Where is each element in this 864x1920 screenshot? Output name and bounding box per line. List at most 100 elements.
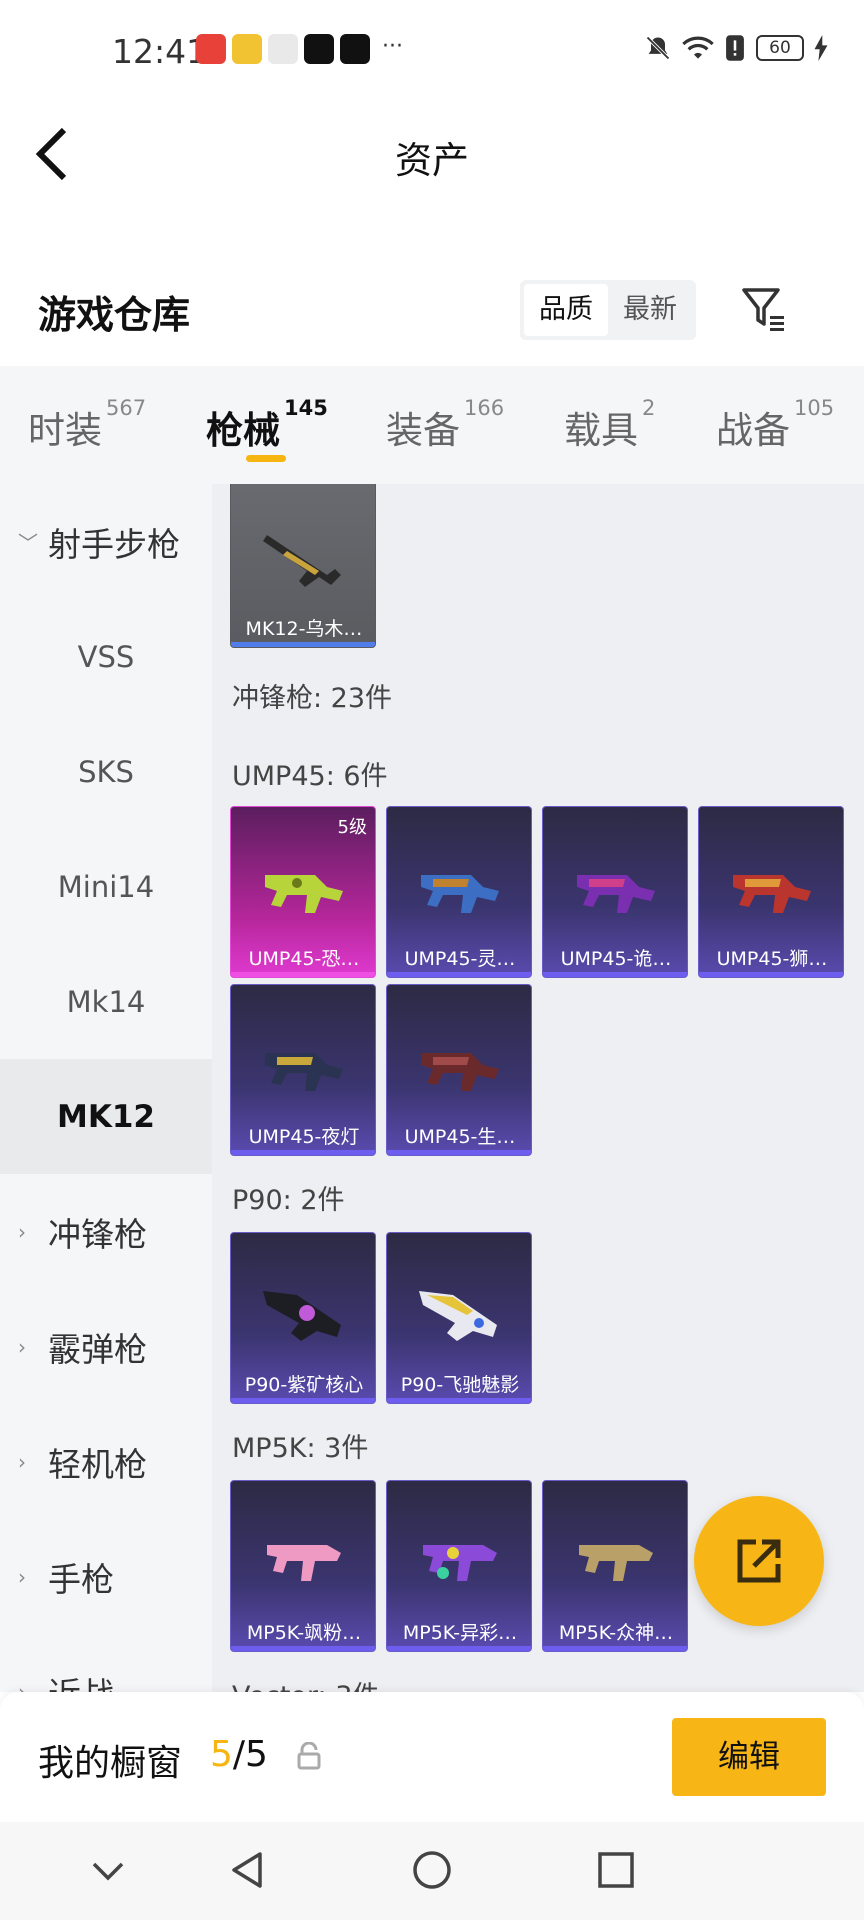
item-card-ump45[interactable]: UMP45-夜灯 [230, 984, 376, 1156]
sidebar-item-sks[interactable]: SKS [0, 714, 212, 829]
tab-supplies[interactable]: 战备105 [716, 396, 834, 454]
item-card-ump45[interactable]: UMP45-诡… [542, 806, 688, 978]
sidebar-group-smg[interactable]: › 冲锋枪 [0, 1174, 212, 1289]
item-card-ump45[interactable]: UMP45-生… [386, 984, 532, 1156]
item-card-mk12[interactable]: MK12-乌木… [230, 484, 376, 648]
tab-count: 105 [794, 396, 835, 420]
item-name: MK12-乌木… [245, 618, 363, 640]
alert-icon [726, 35, 744, 61]
sort-by-newest[interactable]: 最新 [608, 284, 692, 336]
lock-icon [297, 1742, 321, 1770]
tab-equipment[interactable]: 装备166 [386, 396, 504, 454]
chevron-down-icon[interactable] [86, 1848, 130, 1892]
tab-count: 166 [464, 396, 505, 420]
tiktok-icon [340, 34, 370, 64]
sidebar-item-mini14[interactable]: Mini14 [0, 829, 212, 944]
item-name: UMP45-夜灯 [248, 1126, 360, 1148]
sidebar-item-mk12[interactable]: MK12 [0, 1059, 212, 1174]
item-card-ump45[interactable]: UMP45-灵… [386, 806, 532, 978]
share-button[interactable] [694, 1496, 824, 1626]
recents-square-icon[interactable] [594, 1848, 638, 1892]
battery-indicator: 60 [756, 35, 804, 61]
smg-icon [263, 1291, 341, 1341]
status-bar: 12:41 ··· 60 [0, 0, 864, 100]
sidebar-group-lmg[interactable]: › 轻机枪 [0, 1404, 212, 1519]
showcase-label: 我的橱窗 [38, 1743, 183, 1784]
smg-icon [733, 875, 811, 913]
rarity-bar [387, 1150, 531, 1155]
sidebar-item-label: Mini14 [57, 869, 155, 904]
sidebar-item-label: Mk14 [66, 984, 146, 1019]
charging-icon [814, 35, 828, 61]
rarity-bar [231, 972, 375, 977]
warehouse-header: 游戏仓库 品质 最新 [0, 270, 864, 354]
smg-icon [579, 1545, 653, 1581]
tab-label: 载具 [564, 409, 638, 452]
sidebar-group-pistol[interactable]: › 手枪 [0, 1519, 212, 1634]
filter-icon[interactable] [740, 284, 788, 332]
sidebar-item-label: 霰弹枪 [48, 1329, 147, 1369]
share-icon [737, 1539, 781, 1583]
game-app-icon [232, 34, 262, 64]
page-title: 资产 [395, 139, 469, 182]
store-app-icon [268, 34, 298, 64]
section-header-mp5k: MP5K: 3件 [232, 1433, 369, 1464]
status-time: 12:41 [112, 32, 208, 71]
item-card-p90[interactable]: P90-飞驰魅影 [386, 1232, 532, 1404]
showcase-count: 5/5 [210, 1734, 268, 1775]
item-name: MP5K-众神… [558, 1622, 674, 1644]
smg-icon [265, 1053, 343, 1091]
app-header: 资产 [0, 100, 864, 210]
tab-label: 装备 [386, 409, 460, 452]
rarity-bar [387, 1398, 531, 1403]
sidebar-item-mk14[interactable]: Mk14 [0, 944, 212, 1059]
back-triangle-icon[interactable] [226, 1848, 270, 1892]
tab-label: 枪械 [206, 409, 280, 452]
sidebar-item-label: SKS [78, 754, 134, 789]
section-header-p90: P90: 2件 [232, 1185, 345, 1216]
smg-icon [423, 1545, 497, 1581]
item-name: UMP45-诡… [560, 948, 672, 970]
huawei-app-icon [196, 34, 226, 64]
tab-count: 567 [106, 396, 147, 420]
rifle-icon [263, 535, 341, 587]
home-circle-icon[interactable] [410, 1848, 454, 1892]
item-name: P90-飞驰魅影 [400, 1374, 520, 1396]
item-name: MP5K-飒粉… [246, 1622, 362, 1644]
sidebar-group-marksman-rifles[interactable]: ﹀ 射手步枪 [0, 484, 212, 599]
smg-icon [419, 1291, 497, 1341]
sidebar-group-melee[interactable]: › 近战 [0, 1634, 212, 1693]
warehouse-title: 游戏仓库 [38, 293, 191, 337]
showcase-bar: 我的橱窗 5/5 编辑 [0, 1692, 864, 1822]
sidebar-group-shotgun[interactable]: › 霰弹枪 [0, 1289, 212, 1404]
more-notifications-icon: ··· [382, 34, 403, 59]
item-card-ump45[interactable]: 5级 UMP45-恐… [230, 806, 376, 978]
chevron-right-icon: › [18, 1679, 26, 1693]
rarity-bar [231, 1398, 375, 1403]
notification-icons: ··· [196, 34, 403, 64]
sidebar-item-label: 轻机枪 [48, 1444, 147, 1484]
chevron-down-icon: ﹀ [18, 531, 38, 555]
section-header-ump45: UMP45: 6件 [232, 761, 388, 792]
tab-firearms[interactable]: 枪械145 [206, 396, 328, 454]
smg-icon [267, 1545, 341, 1581]
item-card-p90[interactable]: P90-紫矿核心 [230, 1232, 376, 1404]
chevron-right-icon: › [18, 1219, 26, 1244]
system-icons: 60 [644, 34, 828, 62]
item-name: P90-紫矿核心 [244, 1374, 364, 1396]
tab-vehicles[interactable]: 载具2 [564, 396, 655, 454]
item-name: UMP45-恐… [248, 948, 360, 970]
sidebar-item-label: VSS [77, 639, 135, 674]
sort-by-quality[interactable]: 品质 [524, 284, 608, 336]
tab-count: 2 [642, 396, 656, 420]
chevron-right-icon: › [18, 1564, 26, 1589]
item-card-mp5k[interactable]: MP5K-飒粉… [230, 1480, 376, 1652]
item-card-mp5k[interactable]: MP5K-众神… [542, 1480, 688, 1652]
sidebar-item-vss[interactable]: VSS [0, 599, 212, 714]
sidebar-item-label: 近战 [48, 1668, 114, 1693]
edit-button[interactable]: 编辑 [672, 1718, 826, 1796]
tab-fashion[interactable]: 时装567 [28, 396, 146, 454]
item-card-mp5k[interactable]: MP5K-异彩… [386, 1480, 532, 1652]
item-name: MP5K-异彩… [402, 1622, 518, 1644]
item-card-ump45[interactable]: UMP45-狮… [698, 806, 844, 978]
